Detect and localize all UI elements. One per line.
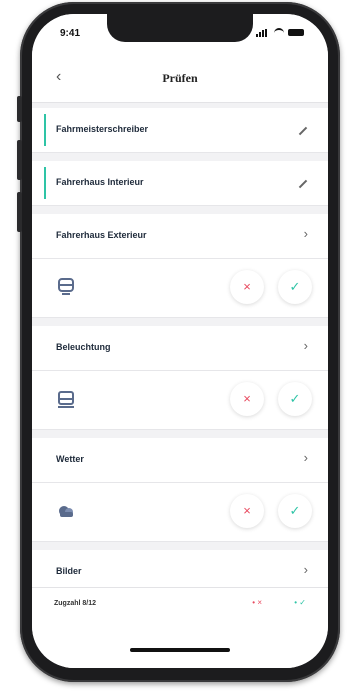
page-title: Prüfen — [162, 71, 198, 85]
footer-label: Zugzahl 8/12 — [54, 600, 97, 607]
notch — [107, 14, 253, 42]
status-icons — [256, 28, 304, 37]
status-time: 9:41 — [60, 28, 81, 39]
mute-switch — [17, 96, 22, 122]
reject-button[interactable]: × — [230, 382, 264, 416]
volume-up-button — [17, 140, 22, 180]
train-icon — [58, 278, 74, 295]
cloud-icon — [59, 506, 73, 517]
nav-bar: ‹ Prüfen — [32, 54, 328, 103]
accept-button[interactable]: ✓ — [278, 270, 312, 304]
row-label: Wetter — [56, 454, 84, 464]
volume-down-button — [17, 192, 22, 232]
reject-button[interactable]: × — [230, 270, 264, 304]
item-row-exterieur: × ✓ — [32, 259, 328, 318]
chevron-right-icon[interactable]: › — [304, 338, 308, 353]
status-bar: 9:41 — [32, 14, 328, 54]
signal-icon — [256, 28, 270, 37]
edit-button[interactable] — [298, 173, 308, 189]
item-row-wetter: × ✓ — [32, 483, 328, 542]
row-label: Bilder — [56, 566, 82, 576]
edit-button[interactable] — [298, 120, 308, 136]
row-label: Fahrerhaus Exterieur — [56, 230, 147, 240]
row-fahrerhaus-interieur[interactable]: Fahrerhaus Interieur — [32, 161, 328, 206]
checklist: Fahrmeisterschreiber Fahrerhaus Interieu… — [32, 108, 328, 595]
row-label: Beleuchtung — [56, 342, 111, 352]
chevron-right-icon[interactable]: › — [304, 450, 308, 465]
reject-button[interactable]: × — [230, 494, 264, 528]
chevron-right-icon[interactable]: › — [304, 226, 308, 241]
row-fahrmeisterschreiber[interactable]: Fahrmeisterschreiber — [32, 108, 328, 153]
accept-button[interactable]: ✓ — [278, 382, 312, 416]
row-fahrerhaus-exterieur[interactable]: Fahrerhaus Exterieur › — [32, 214, 328, 259]
train-front-icon — [58, 391, 74, 408]
wifi-icon — [274, 28, 284, 37]
footer-accept-count[interactable]: • ✓ — [294, 598, 306, 607]
row-wetter[interactable]: Wetter › — [32, 438, 328, 483]
battery-icon — [288, 29, 304, 36]
home-indicator — [130, 648, 230, 652]
row-label: Fahrerhaus Interieur — [56, 177, 144, 187]
row-beleuchtung[interactable]: Beleuchtung › — [32, 326, 328, 371]
accept-button[interactable]: ✓ — [278, 494, 312, 528]
row-label: Fahrmeisterschreiber — [56, 124, 149, 134]
footer-reject-count[interactable]: • × — [252, 598, 262, 607]
item-row-beleuchtung: × ✓ — [32, 371, 328, 430]
pencil-icon — [298, 179, 308, 189]
chevron-right-icon[interactable]: › — [304, 562, 308, 577]
pencil-icon — [298, 126, 308, 136]
screen: 9:41 ‹ Prüfen Fahrmeisterschreiber Fahre… — [32, 14, 328, 668]
footer-bar: Zugzahl 8/12 • × • ✓ — [32, 587, 328, 668]
